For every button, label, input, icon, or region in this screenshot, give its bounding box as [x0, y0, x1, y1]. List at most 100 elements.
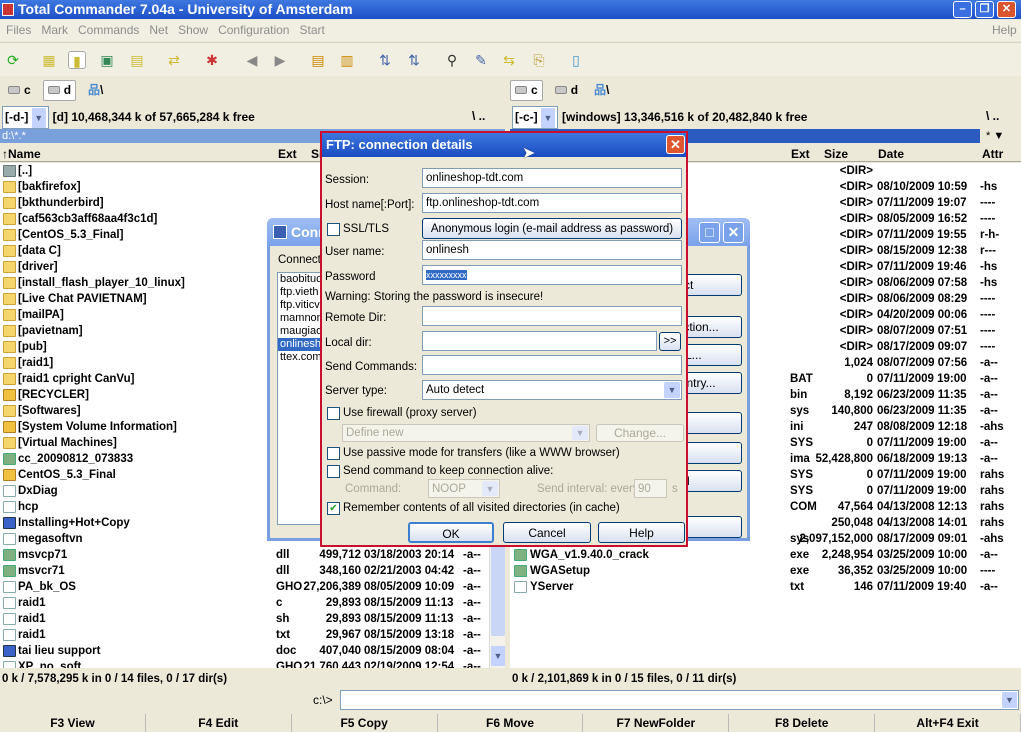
file-row[interactable]: XP_no_soft GHO 21,760,443 02/19/2009 12:54 -… [0, 659, 489, 668]
brief-view-icon[interactable]: ▦ [40, 51, 58, 69]
file-date: 06/23/2009 11:35 [877, 389, 967, 401]
file-row[interactable]: raid1 sh 29,893 08/15/2009 11:13 -a-- [0, 611, 489, 627]
server-type-select[interactable]: Auto detect ▼ [422, 380, 682, 400]
menu-help[interactable]: Help [992, 20, 1017, 41]
column-attr[interactable]: Attr [982, 146, 1003, 162]
thumbnails-icon[interactable]: ▣ [98, 51, 116, 69]
file-size: <DIR> [839, 229, 873, 241]
column-size[interactable]: Size [824, 146, 848, 162]
scroll-down-icon[interactable]: ▼ [491, 646, 505, 666]
send-commands-input[interactable] [422, 355, 682, 375]
notepad-icon[interactable]: ▯ [567, 51, 585, 69]
chevron-down-icon[interactable]: ▼ [1002, 692, 1017, 708]
file-row[interactable]: msvcr71 dll 348,160 02/21/2003 04:42 -a-- [0, 563, 489, 579]
f3-view-button[interactable]: F3 View [0, 714, 146, 732]
refresh-icon[interactable]: ⟳ [4, 51, 22, 69]
tree-view-icon[interactable]: ▤ [128, 51, 146, 69]
file-size: 407,040 [319, 645, 361, 657]
f5-copy-button[interactable]: F5 Copy [292, 714, 438, 732]
find-icon[interactable]: ⚲ [443, 51, 461, 69]
f6-move-button[interactable]: F6 Move [438, 714, 584, 732]
keepalive-checkbox[interactable] [327, 465, 340, 478]
sync-dirs-icon[interactable]: ⇆ [500, 51, 518, 69]
forward-icon[interactable]: ▶ [271, 51, 289, 69]
pack-icon[interactable]: ▤ [309, 51, 327, 69]
host-input[interactable]: ftp.onlineshop-tdt.com [422, 193, 682, 213]
file-row[interactable]: tai lieu support doc 407,040 08/15/2009 08:… [0, 643, 489, 659]
right-drive-c[interactable]: c [510, 80, 543, 101]
select-icon[interactable]: ✱ [203, 51, 221, 69]
file-size: <DIR> [839, 261, 873, 273]
menu-mark[interactable]: Mark [41, 20, 68, 41]
ftp-url-icon[interactable]: ⇅ [405, 51, 423, 69]
file-row[interactable]: raid1 txt 29,967 08/15/2009 13:18 -a-- [0, 627, 489, 643]
session-input[interactable]: onlineshop-tdt.com [422, 168, 682, 188]
maximize-button[interactable]: ❐ [975, 1, 994, 18]
left-drive-d[interactable]: d [42, 80, 77, 101]
close-icon[interactable]: ✕ [723, 222, 744, 243]
minimize-button[interactable]: – [953, 1, 972, 18]
menu-show[interactable]: Show [178, 20, 208, 41]
password-input[interactable]: xxxxxxxxx [422, 265, 682, 285]
right-drive-combo[interactable]: [-c-] ▼ [512, 106, 559, 129]
right-path-nav[interactable]: \ .. [986, 106, 999, 126]
menu-files[interactable]: Files [6, 20, 31, 41]
f4-edit-button[interactable]: F4 Edit [146, 714, 292, 732]
keepalive-command-select: NOOP ▼ [428, 479, 500, 498]
full-view-icon[interactable]: ▮ [68, 51, 86, 69]
file-ext: GHO [276, 661, 303, 668]
file-row[interactable]: raid1 c 29,893 08/15/2009 11:13 -a-- [0, 595, 489, 611]
remote-dir-input[interactable] [422, 306, 682, 326]
passive-mode-checkbox[interactable] [327, 447, 340, 460]
left-drive-c[interactable]: c [4, 81, 35, 100]
ok-button[interactable]: OK [408, 522, 494, 543]
exit-button[interactable]: Alt+F4 Exit [875, 714, 1021, 732]
ssl-checkbox[interactable] [327, 223, 340, 236]
maximize-icon[interactable]: □ [699, 222, 720, 243]
remember-cache-checkbox[interactable]: ✔ [327, 502, 340, 515]
anonymous-login-button[interactable]: Anonymous login (e-mail address as passw… [422, 218, 682, 239]
left-path-nav[interactable]: \ .. [472, 106, 485, 126]
local-dir-input[interactable] [422, 331, 657, 351]
file-row[interactable]: WGA_v1.9.40.0_crack exe 2,248,954 03/25/200… [510, 547, 1021, 563]
file-row[interactable]: msvcp71 dll 499,712 03/18/2003 20:14 -a-- [0, 547, 489, 563]
file-name: YServer [530, 581, 574, 593]
left-drive-combo[interactable]: [-d-] ▼ [2, 106, 49, 129]
browse-local-dir-button[interactable]: >> [659, 332, 681, 351]
column-ext[interactable]: Ext [278, 146, 297, 162]
file-row[interactable]: PA_bk_OS GHO 27,206,389 08/05/2009 10:09 -a-… [0, 579, 489, 595]
compare-icon[interactable]: ⇄ [165, 51, 183, 69]
multi-rename-icon[interactable]: ✎ [472, 51, 490, 69]
back-icon[interactable]: ◀ [243, 51, 261, 69]
cancel-button[interactable]: Cancel [503, 522, 591, 543]
file-row[interactable]: WGASetup exe 36,352 03/25/2009 10:00 ---- [510, 563, 1021, 579]
command-input[interactable] [340, 690, 1019, 710]
f8-delete-button[interactable]: F8 Delete [729, 714, 876, 732]
right-drive-d[interactable]: d [551, 81, 582, 100]
file-ext: bin [790, 389, 808, 401]
file-name: [mailPA] [18, 309, 64, 321]
unpack-icon[interactable]: ▥ [338, 51, 356, 69]
dir-icon [3, 405, 16, 417]
close-icon[interactable]: ✕ [666, 135, 685, 154]
menu-start[interactable]: Start [299, 20, 324, 41]
menu-configuration[interactable]: Configuration [218, 20, 289, 41]
column-ext[interactable]: Ext [791, 146, 810, 162]
column-date[interactable]: Date [878, 146, 904, 162]
right-path-controls[interactable]: * ▼ [984, 129, 1021, 143]
f7-newfolder-button[interactable]: F7 NewFolder [583, 714, 730, 732]
file-row[interactable]: YServer txt 146 07/11/2009 19:40 -a-- [510, 579, 1021, 595]
menu-commands[interactable]: Commands [78, 20, 139, 41]
ftp-connect-icon[interactable]: ⇅ [376, 51, 394, 69]
doc-icon [3, 517, 16, 529]
help-button[interactable]: Help [598, 522, 685, 543]
floppy-icon [273, 225, 287, 239]
copy-names-icon[interactable]: ⎘ [530, 51, 548, 69]
column-name[interactable]: ↑Name [2, 146, 41, 162]
close-button[interactable]: ✕ [997, 1, 1016, 18]
user-input[interactable]: onlinesh [422, 240, 682, 260]
firewall-checkbox[interactable] [327, 407, 340, 420]
left-network-drive[interactable]: 品\ [84, 81, 107, 100]
right-network-drive[interactable]: 品\ [590, 81, 613, 100]
menu-net[interactable]: Net [149, 20, 168, 41]
